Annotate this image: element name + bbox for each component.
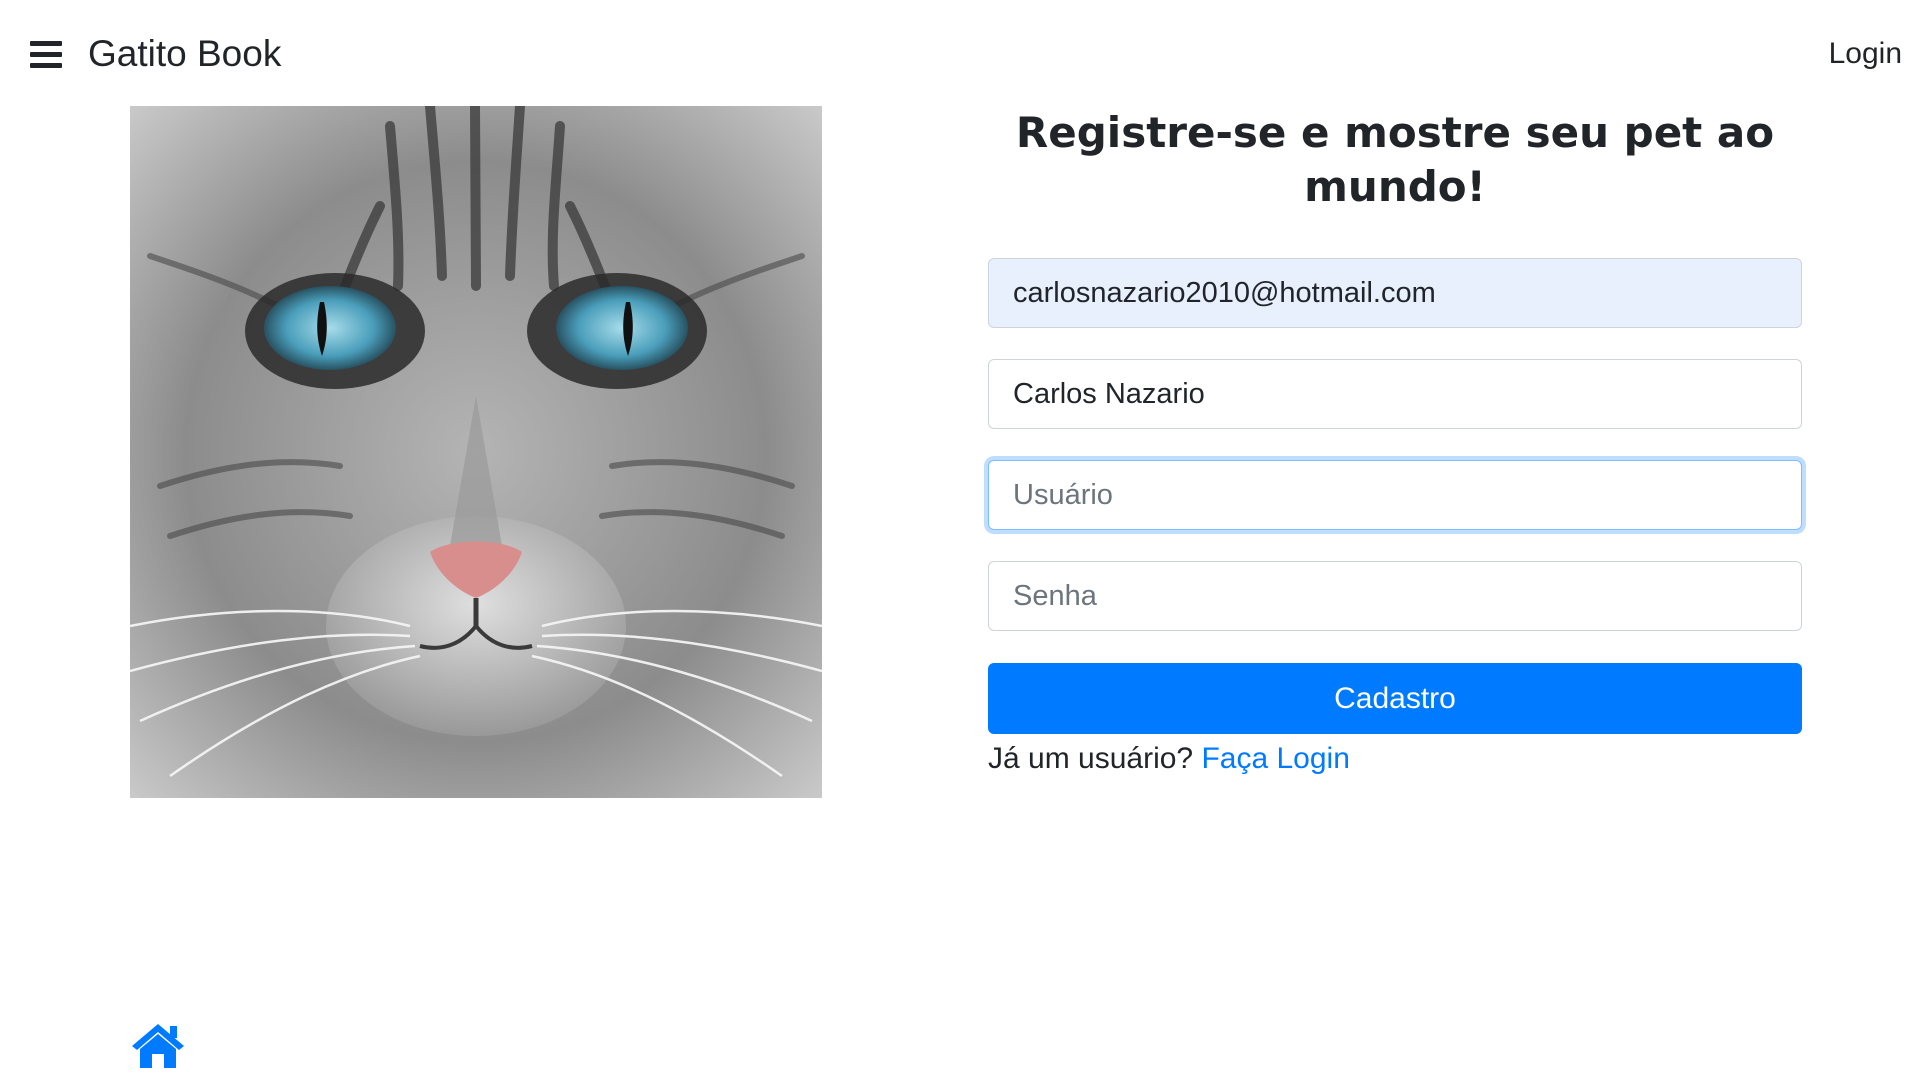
password-field[interactable] xyxy=(988,561,1802,631)
page-title: Registre-se e mostre seu pet ao mundo! xyxy=(1015,108,1775,211)
navbar: Gatito Book Login xyxy=(0,0,1920,108)
nav-login-link[interactable]: Login xyxy=(1829,35,1902,73)
username-field[interactable] xyxy=(988,460,1802,530)
register-form: Registre-se e mostre seu pet ao mundo! C… xyxy=(988,106,1802,775)
menu-icon[interactable] xyxy=(30,41,62,69)
home-icon[interactable] xyxy=(130,1022,186,1070)
cat-photo xyxy=(130,106,822,798)
login-link[interactable]: Faça Login xyxy=(1201,742,1349,775)
login-hint-text: Já um usuário? xyxy=(988,742,1194,775)
full-name-field[interactable] xyxy=(988,359,1802,429)
register-button[interactable]: Cadastro xyxy=(988,663,1802,734)
email-field[interactable] xyxy=(988,258,1802,328)
login-hint: Já um usuário? Faça Login xyxy=(988,739,1350,779)
brand-link[interactable]: Gatito Book xyxy=(88,31,281,77)
